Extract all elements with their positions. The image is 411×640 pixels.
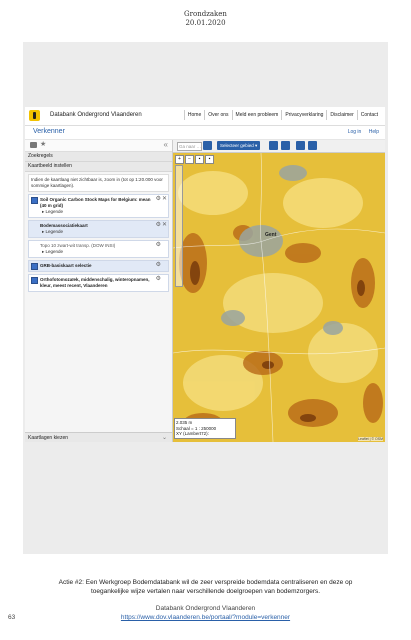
collapse-panel-icon[interactable]: «	[164, 140, 168, 149]
print-map-icon[interactable]: ▪	[195, 155, 204, 164]
search-icon[interactable]	[308, 141, 317, 150]
search-rules-header[interactable]: Zoekregels	[25, 152, 172, 162]
help-link[interactable]: Help	[369, 129, 379, 135]
layer-item[interactable]: Topo 10 zwart-wit transp. (DOW INSI) ▸ L…	[28, 240, 169, 258]
info-icon[interactable]	[296, 141, 305, 150]
nav-disclaimer[interactable]: Disclaimer	[326, 110, 356, 120]
legend-label: Legende	[45, 209, 64, 214]
legend-toggle[interactable]: ▸ Legende	[40, 229, 154, 235]
panel-toolbar: ★ «	[25, 140, 172, 152]
star-icon[interactable]: ★	[40, 140, 46, 148]
footer-url-link[interactable]: https://www.dov.vlaanderen.be/portaal/?m…	[0, 614, 411, 621]
layer-label: GRB-basiskaart selectie	[40, 263, 92, 268]
app-header: Databank Ondergrond Vlaanderen Home Over…	[25, 107, 385, 126]
zoom-out-icon[interactable]: −	[185, 155, 194, 164]
printer-icon[interactable]	[30, 142, 37, 148]
choose-layers-button[interactable]: Kaartlagen kiezen ⌄	[25, 432, 172, 442]
map-view[interactable]	[173, 153, 385, 442]
nav-over-ons[interactable]: Over ons	[204, 110, 231, 120]
map-zoom-tools: + − ▪ ▪	[175, 155, 215, 164]
layer-label: Soil Organic Carbon Stock Maps for Belgi…	[40, 197, 151, 208]
map-credit: Leaflet | © OSM	[358, 437, 383, 441]
coordinate-readout: XY (Lambert72):	[176, 431, 209, 436]
choose-layers-label: Kaartlagen kiezen	[28, 435, 69, 441]
scale-box: 2.035 m Schaal = 1 : 250000 XY (Lambert7…	[174, 418, 236, 439]
layer-item[interactable]: Soil Organic Carbon Stock Maps for Belgi…	[28, 194, 169, 218]
nav-privacy[interactable]: Privacyverklaring	[281, 110, 326, 120]
zoom-note: Indien de kaartlaag niet zichtbaar is, z…	[28, 174, 169, 192]
app-title: Databank Ondergrond Vlaanderen	[50, 112, 142, 118]
layers-icon[interactable]: ▪	[205, 155, 214, 164]
running-header-date: 20.01.2020	[185, 19, 226, 27]
footer-organisation: Databank Ondergrond Vlaanderen	[155, 605, 256, 612]
settings-icon[interactable]: ⚙	[156, 262, 161, 268]
legend-label: Legende	[45, 229, 64, 234]
home-icon[interactable]	[281, 141, 290, 150]
top-nav: Home Over ons Meld een probleem Privacyv…	[183, 110, 381, 120]
layer-item[interactable]: GRB-basiskaart selectie ⚙	[28, 260, 169, 272]
layer-checkbox[interactable]	[31, 263, 38, 270]
nav-meld-probleem[interactable]: Meld een probleem	[231, 110, 282, 120]
dov-logo-icon	[29, 110, 40, 121]
nav-home[interactable]: Home	[183, 110, 204, 120]
settings-icon[interactable]: ⚙	[156, 276, 161, 282]
login-link[interactable]: Log in	[348, 129, 362, 135]
layer-item[interactable]: Bodemassociatiekaart ▸ Legende ⚙ ✕	[28, 220, 169, 238]
measure-icon[interactable]	[269, 141, 278, 150]
map-toolbar: Ga naar … Selecteer gebied ▾	[173, 140, 385, 153]
legend-label: Legende	[45, 249, 64, 254]
settings-icon[interactable]: ⚙	[156, 222, 161, 228]
running-header-section: Grondzaken	[184, 10, 227, 18]
settings-icon[interactable]: ⚙	[156, 196, 161, 202]
filter-icon[interactable]	[203, 141, 212, 150]
nav-contact[interactable]: Contact	[356, 110, 381, 120]
embedded-screenshot: Databank Ondergrond Vlaanderen Home Over…	[25, 107, 385, 442]
sub-header: Verkenner Log in Help	[25, 126, 385, 140]
page-number: 63	[8, 614, 16, 621]
page-title: Verkenner	[33, 128, 65, 135]
select-area-button[interactable]: Selecteer gebied ▾	[217, 141, 261, 150]
layer-item[interactable]: Orthofotomozaïek, middenschalig, wintero…	[28, 274, 169, 292]
close-icon[interactable]: ✕	[162, 222, 167, 228]
layer-checkbox[interactable]	[31, 197, 38, 204]
map-settings-header[interactable]: Kaartbeeld instellen	[25, 162, 172, 172]
legend-toggle[interactable]: ▸ Legende	[40, 209, 154, 215]
goto-search-input[interactable]: Ga naar …	[177, 142, 202, 151]
soil-carbon-map	[173, 153, 385, 442]
account-links: Log in Help	[342, 129, 379, 135]
place-label: Gent	[265, 232, 277, 238]
zoom-slider[interactable]	[175, 165, 183, 287]
legend-toggle[interactable]: ▸ Legende	[40, 249, 154, 255]
layer-checkbox[interactable]	[31, 277, 38, 284]
expand-icon[interactable]: ⌄	[162, 433, 167, 442]
zoom-in-icon[interactable]: +	[175, 155, 184, 164]
figure-caption: Actie #2: Een Werkgroep Bodemdatabank wi…	[58, 579, 353, 595]
settings-icon[interactable]: ⚙	[156, 242, 161, 248]
layer-panel: ★ « Zoekregels Kaartbeeld instellen Indi…	[25, 140, 173, 442]
layer-label: Orthofotomozaïek, middenschalig, wintero…	[40, 277, 150, 288]
close-icon[interactable]: ✕	[162, 196, 167, 202]
